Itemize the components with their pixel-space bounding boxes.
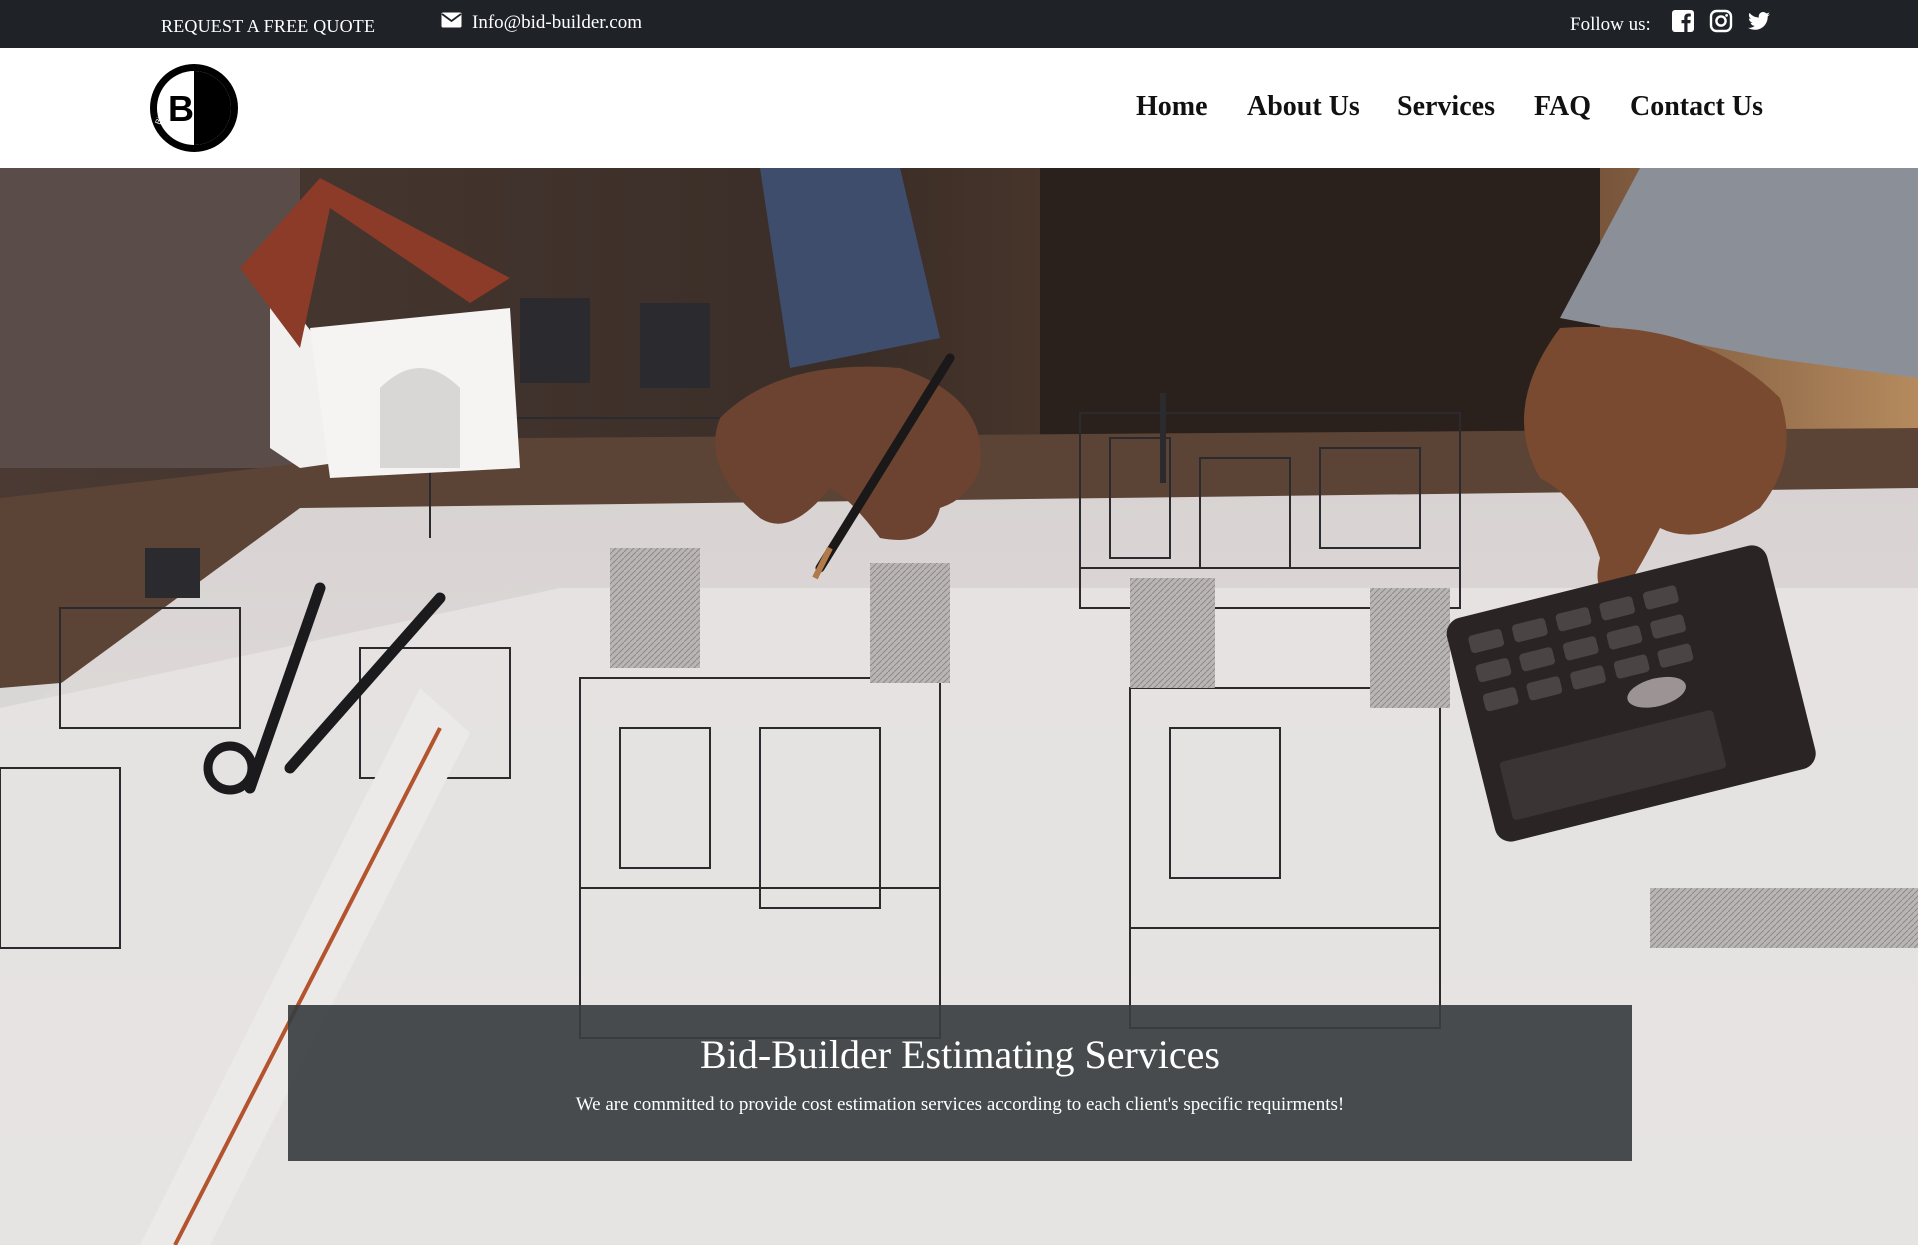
nav-contact-us[interactable]: Contact Us	[1630, 91, 1763, 123]
facebook-icon[interactable]	[1671, 9, 1695, 33]
email-text: Info@bid-builder.com	[472, 12, 642, 33]
email-link[interactable]: Info@bid-builder.com	[441, 12, 642, 34]
main-nav: BB Bid Builder Home About Us Services FA…	[0, 48, 1918, 168]
hero-caption: Bid-Builder Estimating Services We are c…	[288, 1005, 1632, 1161]
nav-faq[interactable]: FAQ	[1534, 91, 1591, 123]
request-quote-link[interactable]: REQUEST A FREE QUOTE	[161, 16, 375, 37]
hero-section: Bid-Builder Estimating Services We are c…	[0, 168, 1918, 1245]
follow-label: Follow us:	[1570, 14, 1651, 35]
twitter-icon[interactable]	[1747, 9, 1771, 33]
nav-services[interactable]: Services	[1397, 91, 1495, 123]
nav-about-us[interactable]: About Us	[1247, 91, 1360, 123]
top-bar: REQUEST A FREE QUOTE Info@bid-builder.co…	[0, 0, 1918, 48]
nav-home[interactable]: Home	[1136, 91, 1208, 123]
bid-builder-logo[interactable]: BB Bid Builder	[149, 63, 239, 153]
logo-letters: BB	[168, 88, 220, 129]
hero-title: Bid-Builder Estimating Services	[700, 1032, 1220, 1077]
hero-subtitle: We are committed to provide cost estimat…	[575, 1094, 1345, 1115]
instagram-icon[interactable]	[1709, 9, 1733, 33]
envelope-icon	[441, 12, 462, 34]
